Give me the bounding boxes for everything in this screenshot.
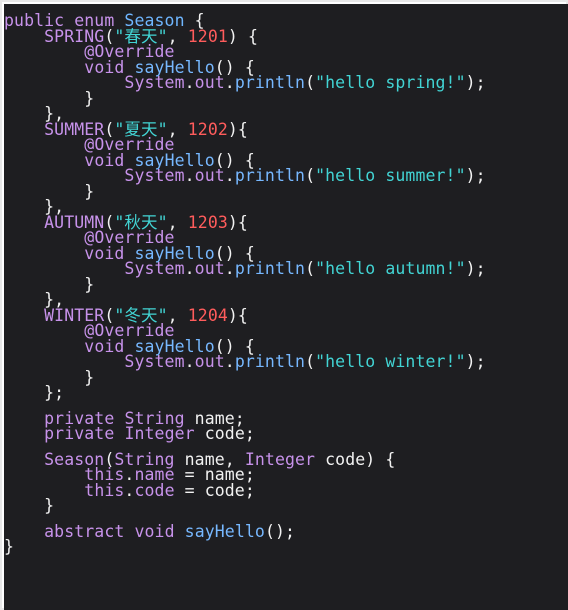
code-token: out (194, 259, 225, 278)
code-token: ){ (227, 119, 248, 139)
code-token: ); (465, 73, 486, 92)
code-token: . (224, 259, 235, 278)
code-line: } (4, 276, 486, 293)
code-line: abstract void sayHello(); (4, 521, 486, 541)
screenshot-frame: public enum Season { SPRING("春天", 1201) … (0, 0, 568, 610)
code-token: }; (4, 383, 65, 402)
code-token: abstract (44, 521, 125, 541)
code-token: ){ (227, 305, 248, 325)
code-token: = code; (174, 480, 255, 500)
code-token: 1202 (187, 119, 228, 139)
code-token: . (184, 259, 195, 278)
code-editor: public enum Season { SPRING("春天", 1201) … (4, 4, 568, 610)
code-token: System (124, 352, 185, 371)
code-token: out (194, 73, 225, 92)
code-token: System (124, 73, 185, 92)
code-token: code; (194, 424, 255, 443)
code-token: ( (305, 166, 316, 185)
code-token: System (124, 166, 185, 185)
code-token: void (134, 521, 175, 541)
code-block: public enum Season { SPRING("春天", 1201) … (4, 12, 486, 556)
code-token: ); (465, 259, 486, 278)
code-token: Integer (124, 424, 195, 443)
code-token: ); (465, 352, 486, 371)
code-token: "hello autumn!" (315, 259, 466, 278)
code-token: code (134, 480, 175, 500)
code-token: "hello spring!" (315, 73, 466, 92)
code-token: ); (465, 166, 486, 185)
code-token: this (84, 480, 125, 500)
code-token: . (184, 166, 195, 185)
code-line: }; (4, 383, 486, 402)
code-token: . (124, 480, 135, 500)
code-token: . (184, 352, 195, 371)
code-token: ( (305, 259, 316, 278)
code-line: } (4, 369, 486, 386)
code-token: "hello winter!" (315, 352, 466, 371)
code-token: ){ (227, 212, 248, 232)
code-token: println (234, 259, 306, 278)
code-token: ) { (227, 26, 258, 46)
code-token: System (124, 259, 185, 278)
code-line: } (4, 537, 486, 556)
code-line: this.code = code; (4, 480, 486, 500)
code-token: println (234, 166, 306, 185)
code-token: (); (264, 521, 296, 541)
code-token: private (44, 424, 115, 443)
code-token: . (184, 73, 195, 92)
code-token: 1201 (187, 26, 228, 46)
code-token: sayHello (184, 521, 265, 541)
code-line: private Integer code; (4, 424, 486, 443)
code-token: "hello summer!" (315, 166, 466, 185)
code-token: } (4, 496, 55, 515)
code-token: out (194, 352, 225, 371)
code-token: . (224, 352, 235, 371)
code-token: 1203 (187, 212, 228, 232)
code-token: } (4, 537, 15, 556)
code-token: . (224, 73, 235, 92)
code-token: println (234, 73, 306, 92)
code-token: out (194, 166, 225, 185)
code-token: 1204 (187, 305, 228, 325)
code-token: . (224, 166, 235, 185)
code-token: ( (305, 73, 316, 92)
code-line: } (4, 496, 486, 515)
code-token: println (234, 352, 306, 371)
code-token: code) { (315, 449, 396, 469)
code-line: } (4, 90, 486, 107)
code-token: ( (305, 352, 316, 371)
code-token: Integer (244, 449, 316, 469)
code-line: } (4, 183, 486, 200)
